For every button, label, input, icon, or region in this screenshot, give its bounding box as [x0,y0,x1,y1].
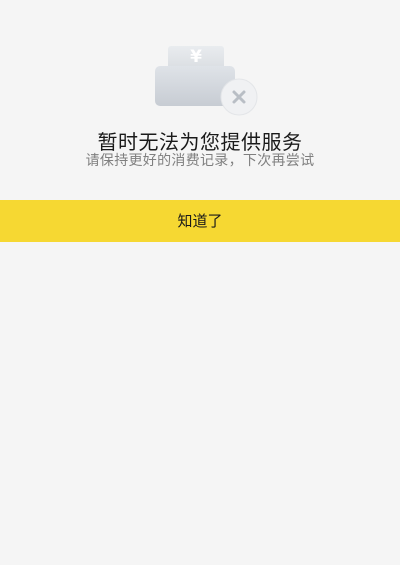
payment-failed-icon: ¥ [150,38,262,116]
currency-symbol: ¥ [190,47,202,67]
got-it-button[interactable]: 知道了 [0,200,400,242]
service-unavailable-screen: ¥ 暂时无法为您提供服务 请保持更好的消费记录，下次再尝试 知道了 [0,0,400,565]
page-subtitle: 请保持更好的消费记录，下次再尝试 [85,153,315,169]
